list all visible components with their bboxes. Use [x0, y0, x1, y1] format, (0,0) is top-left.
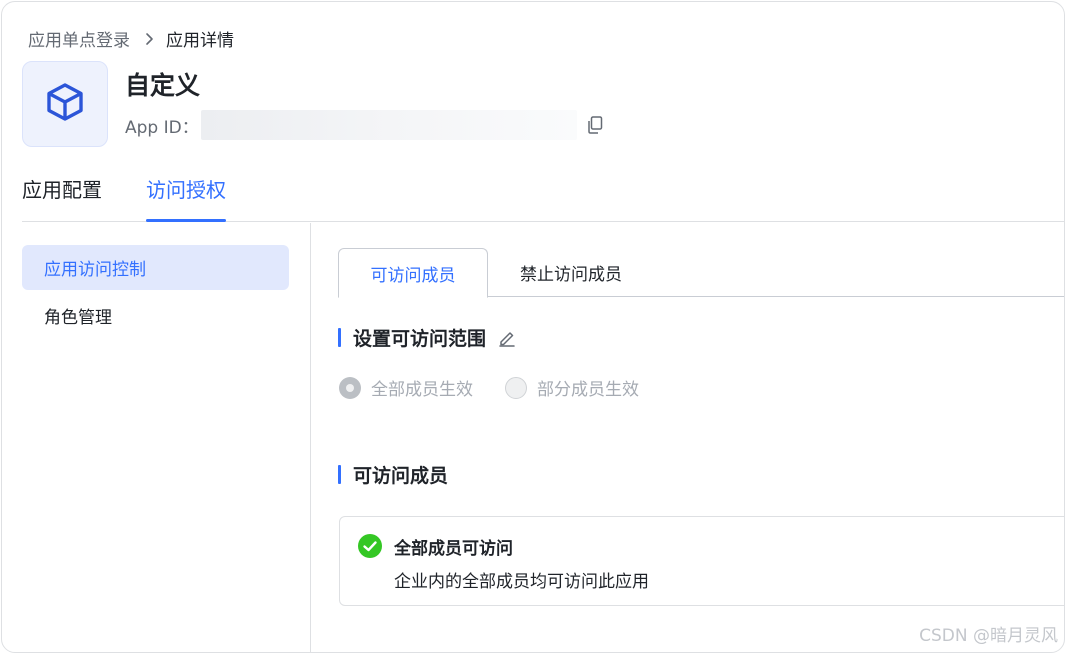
access-range-radio-group: 全部成员生效 部分成员生效	[339, 375, 671, 400]
section-accent-bar	[338, 328, 341, 347]
radio-partial-members[interactable]: 部分成员生效	[505, 375, 639, 400]
copy-icon[interactable]	[587, 116, 603, 134]
radio-all-members-label: 全部成员生效	[371, 380, 473, 400]
radio-checked-indicator	[339, 376, 361, 399]
tab-allowed-members[interactable]: 可访问成员	[338, 248, 488, 298]
allowed-members-title: 可访问成员	[353, 465, 449, 487]
sidebar: 应用访问控制 角色管理	[22, 223, 311, 652]
radio-partial-members-label: 部分成员生效	[537, 380, 639, 400]
radio-unchecked-indicator	[505, 376, 527, 399]
tab-access-authorization[interactable]: 访问授权	[146, 174, 226, 222]
allowed-members-section-title: 可访问成员	[338, 461, 448, 488]
app-logo	[22, 61, 108, 147]
card-title: 全部成员可访问	[394, 539, 513, 559]
app-name: 自定义	[125, 71, 201, 100]
access-range-title: 设置可访问范围	[353, 328, 487, 350]
sidebar-item-access-control[interactable]: 应用访问控制	[22, 245, 289, 290]
breadcrumb: 应用单点登录 应用详情	[28, 26, 234, 51]
radio-all-members[interactable]: 全部成员生效	[339, 375, 473, 400]
app-detail-window: 应用单点登录 应用详情 自定义 App ID： 应用配置 访问授权 应用访问控制	[1, 1, 1065, 653]
check-circle-icon	[357, 533, 383, 563]
breadcrumb-current: 应用详情	[166, 31, 234, 51]
sub-tabs: 可访问成员 禁止访问成员	[338, 248, 1064, 298]
tab-blocked-members[interactable]: 禁止访问成员	[488, 248, 654, 297]
all-members-access-card: 全部成员可访问 企业内的全部成员均可访问此应用	[339, 516, 1064, 606]
access-range-section-title: 设置可访问范围	[338, 324, 516, 351]
app-id-value-redacted	[200, 110, 577, 140]
sidebar-item-role-management[interactable]: 角色管理	[22, 293, 289, 338]
cube-icon	[44, 81, 86, 127]
app-id-label: App ID：	[125, 117, 199, 138]
card-description: 企业内的全部成员均可访问此应用	[394, 572, 649, 592]
edit-icon[interactable]	[498, 329, 516, 347]
tab-app-config[interactable]: 应用配置	[22, 174, 102, 221]
app-id-row: App ID：	[125, 110, 603, 140]
breadcrumb-parent-link[interactable]: 应用单点登录	[28, 26, 130, 51]
chevron-right-icon	[144, 32, 154, 46]
main-tabs: 应用配置 访问授权	[22, 174, 1064, 222]
section-accent-bar	[338, 465, 341, 484]
watermark: CSDN @暗月灵风	[919, 626, 1058, 646]
